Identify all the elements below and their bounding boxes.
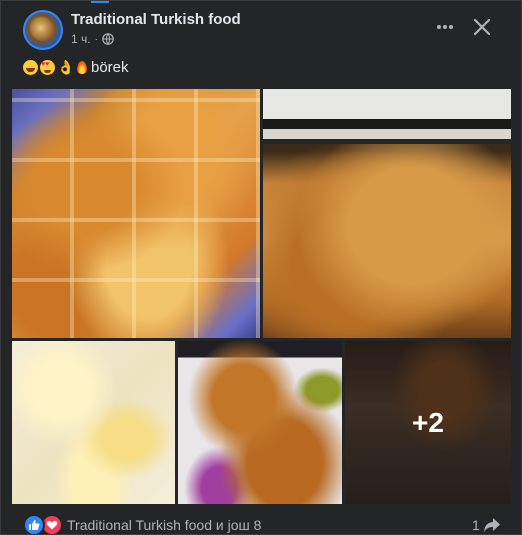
post-caption: 👌 börek <box>23 59 129 76</box>
fire-icon <box>75 60 89 75</box>
more-dots-icon <box>437 25 453 29</box>
caption-text: börek <box>91 59 129 76</box>
photo-borek-plate[interactable] <box>178 341 342 504</box>
avatar-food-image <box>31 19 55 41</box>
close-button[interactable] <box>470 15 494 39</box>
post-meta: 1 ч. · <box>71 32 114 46</box>
photo-oven-more[interactable]: +2 <box>345 341 511 504</box>
close-icon <box>473 18 491 36</box>
top-accent-line <box>91 1 109 3</box>
reactions-summary-link[interactable]: Traditional Turkish food и још 8 <box>67 517 261 533</box>
like-reaction-icon <box>25 516 43 534</box>
photo-pastry-dough[interactable] <box>12 341 175 504</box>
meta-separator: · <box>94 33 98 45</box>
globe-icon <box>102 33 114 45</box>
share-count[interactable]: 1 <box>472 517 480 533</box>
post-time-link[interactable]: 1 ч. <box>71 32 91 46</box>
page-name-link[interactable]: Traditional Turkish food <box>71 11 241 28</box>
share-arrow-icon[interactable] <box>483 517 501 533</box>
photo-borek-baking-dish[interactable] <box>263 89 511 338</box>
page-avatar[interactable] <box>23 10 63 50</box>
post-card: Traditional Turkish food 1 ч. · 👌 börek … <box>0 0 522 535</box>
photo-borek-tray[interactable] <box>12 89 260 338</box>
love-reaction-icon <box>43 516 61 534</box>
heart-eyes-face-icon <box>40 60 55 75</box>
post-footer: Traditional Turkish food и још 8 1 <box>1 507 521 534</box>
ok-hand-icon: 👌 <box>57 59 75 75</box>
grinning-face-icon <box>23 60 38 75</box>
more-photos-overlay[interactable]: +2 <box>345 341 511 504</box>
more-options-button[interactable] <box>433 15 457 39</box>
